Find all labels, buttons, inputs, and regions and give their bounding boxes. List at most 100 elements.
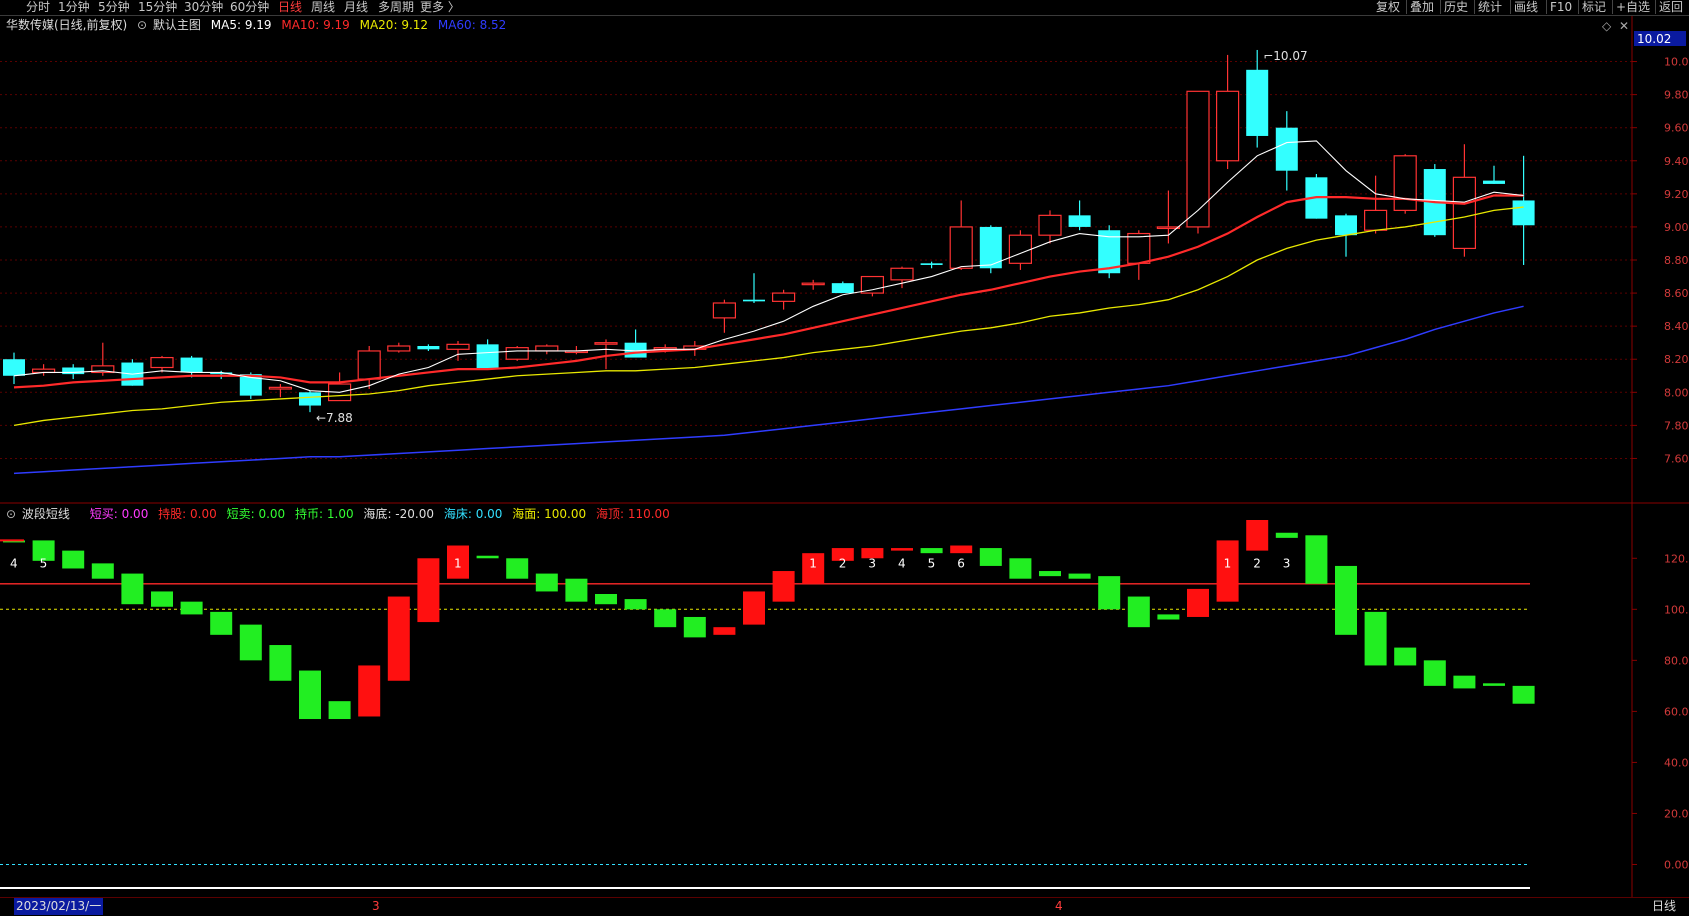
candle [860, 275, 885, 297]
candle [1393, 154, 1417, 214]
candle-body [417, 346, 440, 350]
indicator-bar [1483, 683, 1505, 686]
candle [949, 200, 973, 270]
indicator-bar [624, 599, 647, 610]
candle-body [476, 344, 499, 370]
indicator-bar [1275, 532, 1298, 538]
candle-body [1215, 90, 1240, 162]
candle-body [1452, 176, 1477, 250]
bar-label: 3 [1283, 556, 1291, 570]
candle [1215, 54, 1240, 170]
time-axis-bar: 2023/02/13/一 3 4 日线 [0, 897, 1689, 916]
sub-tick-label: 120.00 [1664, 552, 1689, 565]
indicator-bar [417, 558, 440, 623]
bar-label: 2 [1253, 556, 1261, 570]
candle [1127, 230, 1151, 280]
indicator-bar [210, 611, 233, 635]
ma5-line [13, 140, 1524, 393]
indicator-bar [180, 601, 203, 615]
indicator-bar [1216, 540, 1239, 602]
indicator-bar [121, 573, 144, 605]
indicator-bar [62, 550, 85, 569]
bar-label: 1 [454, 556, 462, 570]
candle-body [1363, 209, 1388, 231]
bar-label: 2 [839, 556, 847, 570]
candle-body [743, 299, 765, 302]
candle-body [1008, 234, 1033, 264]
diamond-icon[interactable]: ◇ [1602, 19, 1612, 33]
main-tick-label: 8.40 [1664, 320, 1689, 333]
indicator-bar [328, 701, 351, 720]
candle [31, 364, 56, 376]
price-badge-group: 10.02 [1634, 31, 1686, 46]
month-label-4: 4 [1055, 899, 1063, 913]
candle [1363, 175, 1388, 234]
main-tick-label: 9.20 [1664, 188, 1689, 201]
indicator-bar [1246, 520, 1269, 551]
candle [299, 390, 321, 413]
bar-label: 4 [898, 556, 906, 570]
period-label: 日线 [1652, 899, 1677, 913]
candlestick-chart[interactable]: ⌐10.07 ←7.88 [3, 49, 1535, 475]
indicator-bar [1394, 647, 1417, 666]
candle [268, 384, 292, 398]
grid-layer [0, 61, 1632, 459]
candle-body [1068, 215, 1091, 227]
candle [771, 289, 796, 310]
price-badge: 10.02 [1637, 32, 1671, 46]
main-tick-label: 9.60 [1664, 122, 1689, 135]
corner-icons: ◇ ✕ [1602, 19, 1629, 33]
indicator-bar [1127, 596, 1150, 628]
chart-canvas[interactable]: ⌐10.07 ←7.88 4 5 1 1 2 3 4 5 6 1 2 3 10.00 9.80 9.60 9.… [0, 0, 1689, 915]
indicator-bar [891, 548, 913, 551]
candle [1275, 111, 1298, 191]
candle [979, 225, 1002, 274]
candle-body [949, 226, 973, 269]
sub-tick-label: 40.00 [1664, 756, 1689, 769]
candle [387, 342, 411, 353]
indicator-bar [1335, 565, 1357, 635]
candle [1186, 90, 1210, 234]
candle-body [1038, 214, 1062, 236]
sub-tick-label: 60.00 [1664, 705, 1689, 718]
indicator-bar [979, 548, 1002, 566]
candle-body [299, 392, 321, 406]
candle [1483, 165, 1505, 184]
bar-label: 1 [1224, 556, 1232, 570]
candle [1098, 225, 1121, 279]
main-tick-label: 8.00 [1664, 386, 1689, 399]
candle-body [771, 292, 796, 302]
candle [1246, 49, 1269, 148]
candle [505, 346, 529, 361]
indicator-bar [654, 609, 677, 628]
candle-body [357, 350, 381, 380]
sub-tick-label: 100.00 [1664, 603, 1689, 616]
candle-body [1127, 232, 1151, 264]
indicator-chart[interactable]: 4 5 1 1 2 3 4 5 6 1 2 3 [0, 520, 1535, 889]
indicator-bar [506, 558, 529, 579]
indicator-bar [1068, 573, 1091, 579]
indicator-bar [239, 624, 262, 661]
indicator-bar [1364, 611, 1387, 666]
indicator-bar [1453, 675, 1476, 689]
sub-tick-label: 0.00 [1664, 858, 1689, 871]
candle-body [594, 342, 618, 345]
candle [150, 355, 174, 373]
indicator-bar [387, 596, 410, 681]
candle-body [3, 359, 25, 376]
main-tick-label: 8.20 [1664, 353, 1689, 366]
candle-body [268, 386, 292, 390]
bar-label: 4 [10, 556, 18, 570]
indicator-bar [743, 591, 765, 625]
candle-body [535, 345, 559, 352]
indicator-bar [1423, 660, 1446, 686]
candle-body [1512, 200, 1535, 226]
indicator-bar [535, 573, 558, 592]
indicator-bar [1512, 685, 1535, 704]
bar-label: 3 [868, 556, 876, 570]
indicator-bar [269, 645, 292, 681]
candle-body [1275, 127, 1298, 171]
candle-body [62, 367, 85, 375]
close-icon[interactable]: ✕ [1619, 19, 1629, 33]
ma10-line [13, 194, 1524, 389]
